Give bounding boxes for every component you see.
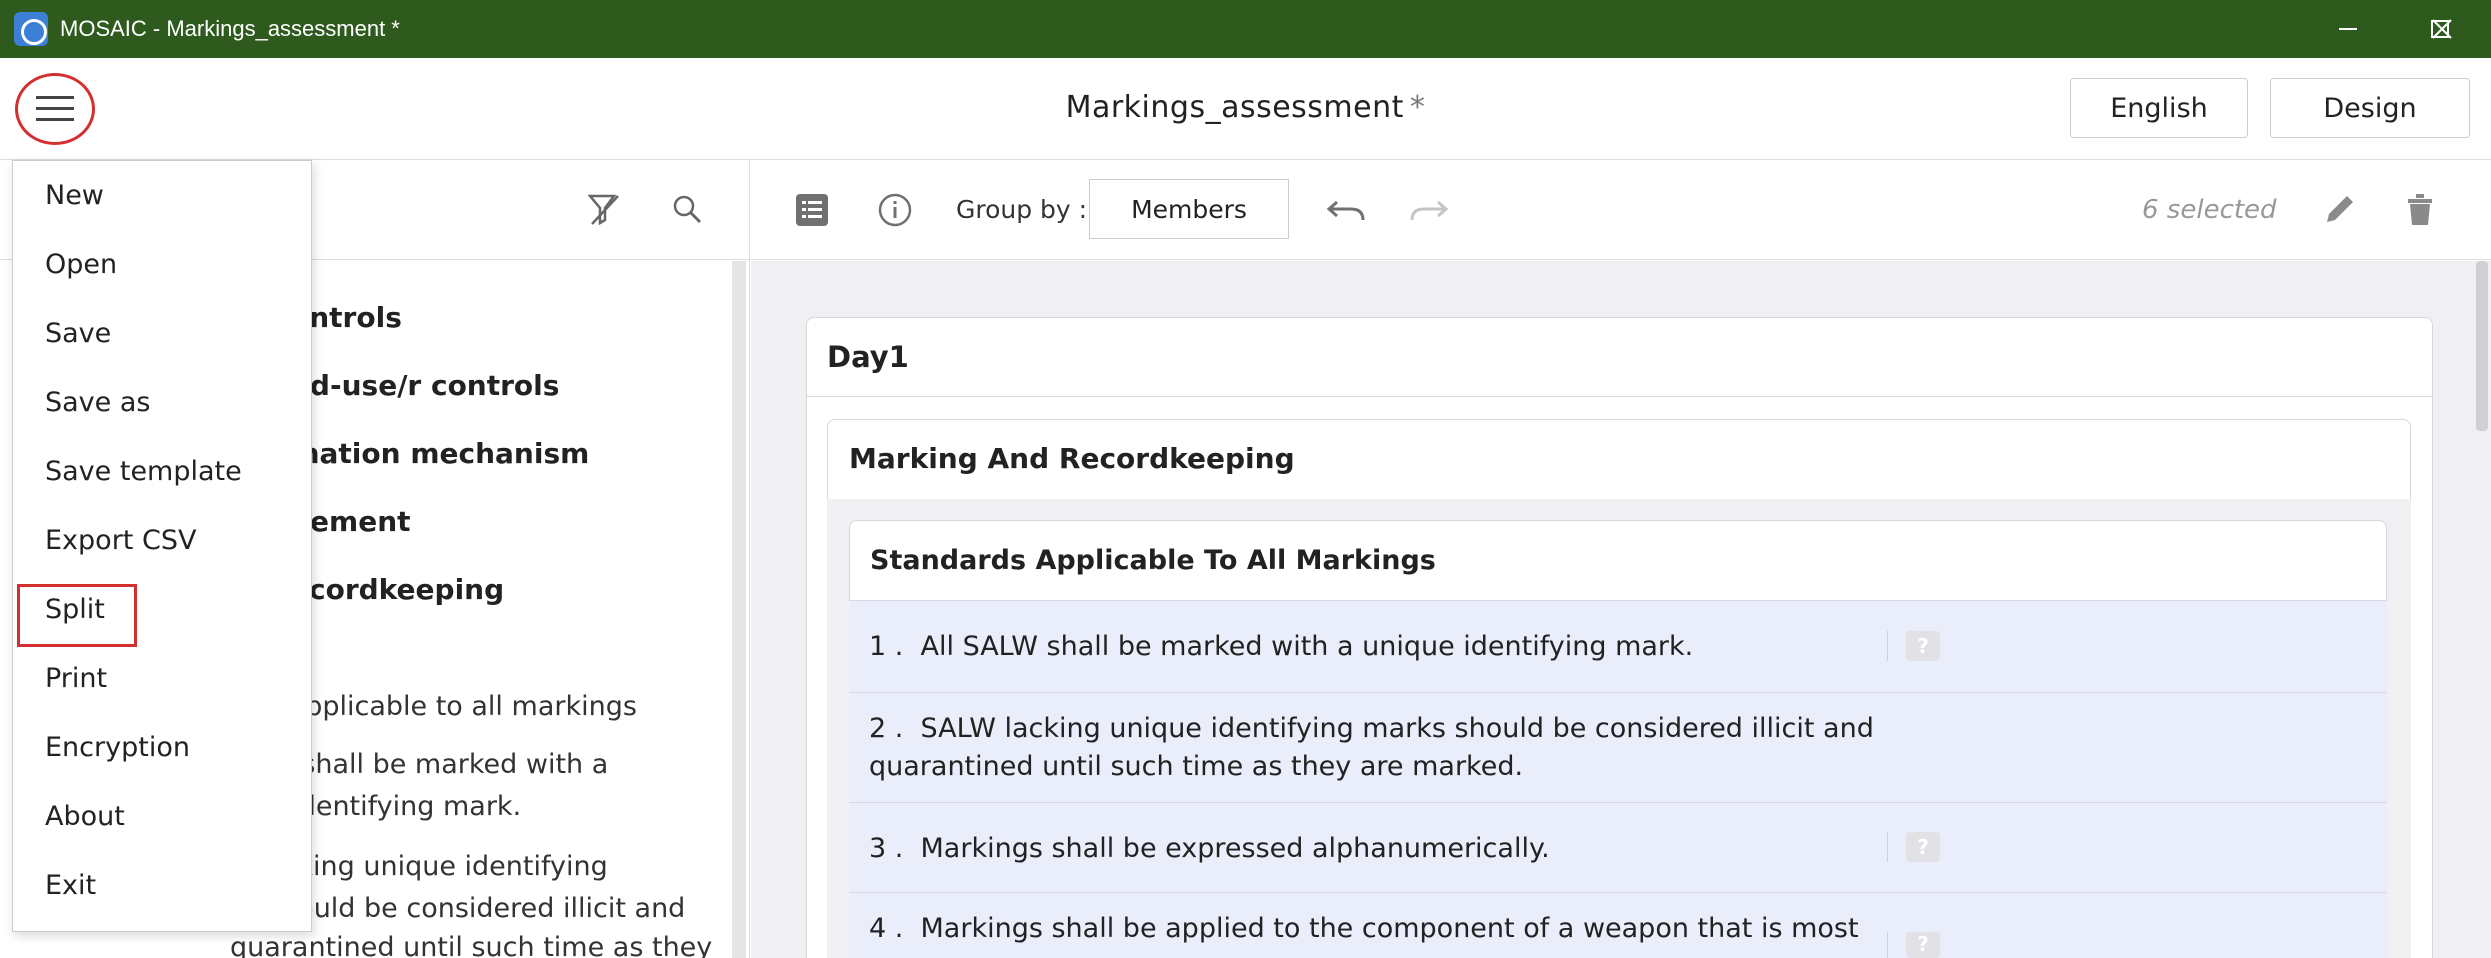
language-button[interactable]: English <box>2070 78 2248 138</box>
tree-text: W shall be marked with a <box>266 749 609 780</box>
tree-text: should be considered illicit and <box>266 893 686 924</box>
group-by-label: Group by : <box>956 195 1088 224</box>
row-number: 2 . <box>869 713 904 744</box>
info-icon[interactable] <box>878 193 912 227</box>
window-titlebar: MOSAIC - Markings_assessment * <box>0 0 2491 58</box>
undo-icon[interactable] <box>1327 196 1367 224</box>
row-number: 1 . <box>869 631 904 662</box>
menu-item-about[interactable]: About <box>13 782 313 851</box>
search-icon[interactable] <box>672 194 702 224</box>
split-highlight-box <box>17 584 137 647</box>
right-scrollbar[interactable] <box>2476 261 2488 431</box>
minimize-button[interactable] <box>2302 0 2394 58</box>
standard-row[interactable]: 3 . Markings shall be expressed alphanum… <box>849 802 2387 892</box>
help-question-icon[interactable]: ? <box>1906 932 1940 958</box>
row-text: SALW lacking unique identifying marks sh… <box>920 713 1874 744</box>
menu-item-save[interactable]: Save <box>13 299 313 368</box>
group-by-select[interactable]: Members <box>1089 179 1289 239</box>
edit-pencil-icon[interactable] <box>2323 192 2357 226</box>
tree-item[interactable]: ecordkeeping <box>290 573 504 606</box>
selected-count: 6 selected <box>2142 195 2277 225</box>
row-text-line2: quarantined until such time as they are … <box>869 751 1524 782</box>
standard-row[interactable]: 4 . Markings shall be applied to the com… <box>849 892 2387 958</box>
row-text: Markings shall be applied to the compone… <box>920 913 1859 944</box>
minimize-icon <box>2339 28 2357 30</box>
menu-item-encryption[interactable]: Encryption <box>13 713 313 782</box>
row-text: All SALW shall be marked with a unique i… <box>920 631 1694 662</box>
close-window-button[interactable] <box>2396 0 2488 58</box>
menu-item-new[interactable]: New <box>13 161 313 230</box>
left-scrollbar[interactable] <box>732 261 746 958</box>
design-button[interactable]: Design <box>2270 78 2470 138</box>
help-question-icon[interactable]: ? <box>1906 832 1940 862</box>
mosaic-app-icon <box>14 12 48 46</box>
tree-text: acking unique identifying <box>266 851 608 882</box>
delete-trash-icon[interactable] <box>2405 191 2435 227</box>
menu-item-exit[interactable]: Exit <box>13 851 313 920</box>
close-icon <box>2432 19 2452 39</box>
row-number: 4 . <box>869 913 904 944</box>
menu-item-save-template[interactable]: Save template <box>13 437 313 506</box>
menu-item-open[interactable]: Open <box>13 230 313 299</box>
main-menu: New Open Save Save as Save template Expo… <box>12 160 312 932</box>
tree-item[interactable]: nd-use/r controls <box>290 369 559 402</box>
menu-item-save-as[interactable]: Save as <box>13 368 313 437</box>
standard-row[interactable]: 2 . SALW lacking unique identifying mark… <box>849 692 2387 802</box>
subsection-title: Standards Applicable To All Markings <box>870 545 1436 576</box>
section-title: Marking And Recordkeeping <box>849 442 1295 475</box>
redo-icon[interactable] <box>1408 196 1448 224</box>
modified-marker: * <box>1409 90 1426 125</box>
window-title: MOSAIC - Markings_assessment * <box>60 16 400 41</box>
day-title: Day1 <box>827 340 909 374</box>
menu-item-print[interactable]: Print <box>13 644 313 713</box>
list-view-icon[interactable] <box>795 193 829 227</box>
tree-text: s applicable to all markings <box>266 691 637 722</box>
menu-item-export-csv[interactable]: Export CSV <box>13 506 313 575</box>
clear-filter-icon[interactable] <box>588 192 620 226</box>
document-title-text: Markings_assessment <box>1065 90 1404 125</box>
row-text: Markings shall be expressed alphanumeric… <box>920 833 1550 864</box>
standard-row[interactable]: 1 . All SALW shall be marked with a uniq… <box>849 600 2387 692</box>
help-question-icon[interactable]: ? <box>1906 631 1940 661</box>
tree-text: quarantined until such time as they <box>230 932 713 958</box>
tree-item[interactable]: ination mechanism <box>290 437 589 470</box>
row-number: 3 . <box>869 833 904 864</box>
